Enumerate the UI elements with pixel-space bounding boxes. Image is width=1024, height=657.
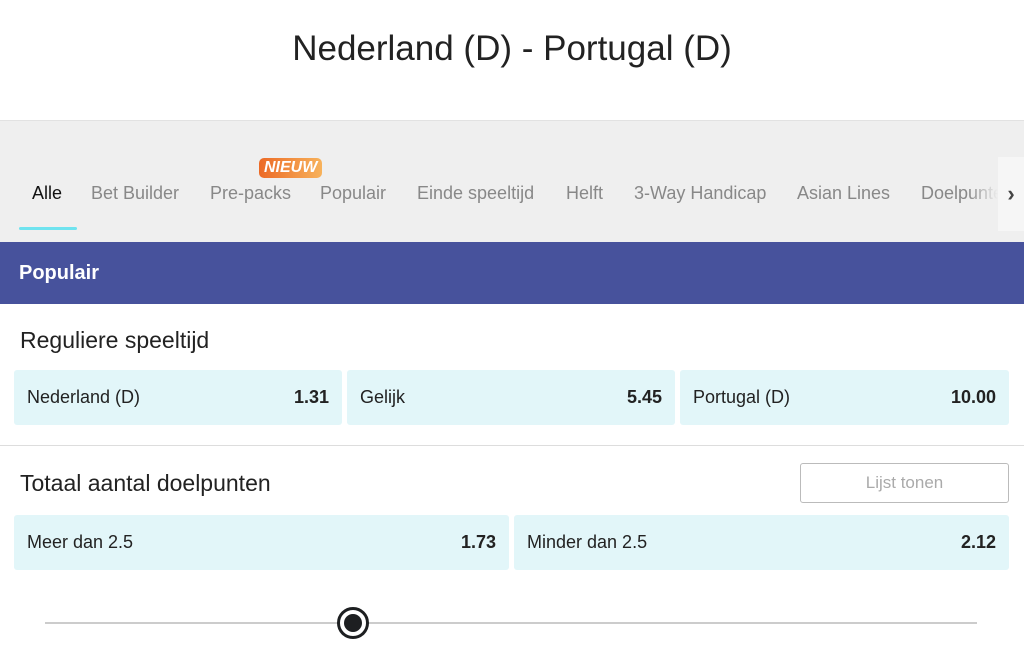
section-header: Populair <box>0 242 1024 304</box>
show-list-button[interactable]: Lijst tonen <box>800 463 1009 503</box>
tab-bet-builder[interactable]: Bet Builder <box>91 183 179 204</box>
tabs-scroll-right-button[interactable]: › <box>998 157 1024 231</box>
odds-value: 2.12 <box>960 532 996 552</box>
tab-populair[interactable]: Populair <box>320 183 386 204</box>
tab-helft[interactable]: Helft <box>566 183 603 204</box>
selection-label: Portugal (D) <box>693 387 791 407</box>
odds-value: 5.45 <box>626 387 662 407</box>
market-tabs: Alle Bet Builder NIEUW Pre-packs Populai… <box>0 120 1024 242</box>
tab-pre-packs[interactable]: Pre-packs <box>210 183 291 204</box>
odds-value: 1.31 <box>293 387 329 407</box>
selection-label: Meer dan 2.5 <box>27 532 134 552</box>
odds-button-draw[interactable]: Gelijk 5.45 <box>347 370 675 425</box>
slider-thumb[interactable] <box>336 607 369 639</box>
selection-label: Minder dan 2.5 <box>527 532 648 552</box>
odds-button-away[interactable]: Portugal (D) 10.00 <box>680 370 1009 425</box>
selection-label: Nederland (D) <box>27 387 141 407</box>
page-title: Nederland (D) - Portugal (D) <box>292 29 732 68</box>
odds-button-under[interactable]: Minder dan 2.5 2.12 <box>514 515 1009 570</box>
slider-track[interactable] <box>45 622 977 624</box>
chevron-right-icon: › <box>1007 181 1015 206</box>
divider <box>0 445 1024 446</box>
tab-3-way-handicap[interactable]: 3-Way Handicap <box>634 183 766 204</box>
odds-button-over[interactable]: Meer dan 2.5 1.73 <box>14 515 509 570</box>
odds-value: 1.73 <box>460 532 496 552</box>
tab-asian-lines[interactable]: Asian Lines <box>797 183 890 204</box>
tab-einde-speeltijd[interactable]: Einde speeltijd <box>417 183 534 204</box>
tab-alle[interactable]: Alle <box>32 183 62 204</box>
odds-button-home[interactable]: Nederland (D) 1.31 <box>14 370 342 425</box>
market-title: Reguliere speeltijd <box>20 327 210 353</box>
active-tab-indicator <box>19 227 77 230</box>
odds-value: 10.00 <box>950 387 996 407</box>
market-title: Totaal aantal doelpunten <box>20 470 271 496</box>
selection-label: Gelijk <box>360 387 406 407</box>
new-badge: NIEUW <box>259 158 323 178</box>
